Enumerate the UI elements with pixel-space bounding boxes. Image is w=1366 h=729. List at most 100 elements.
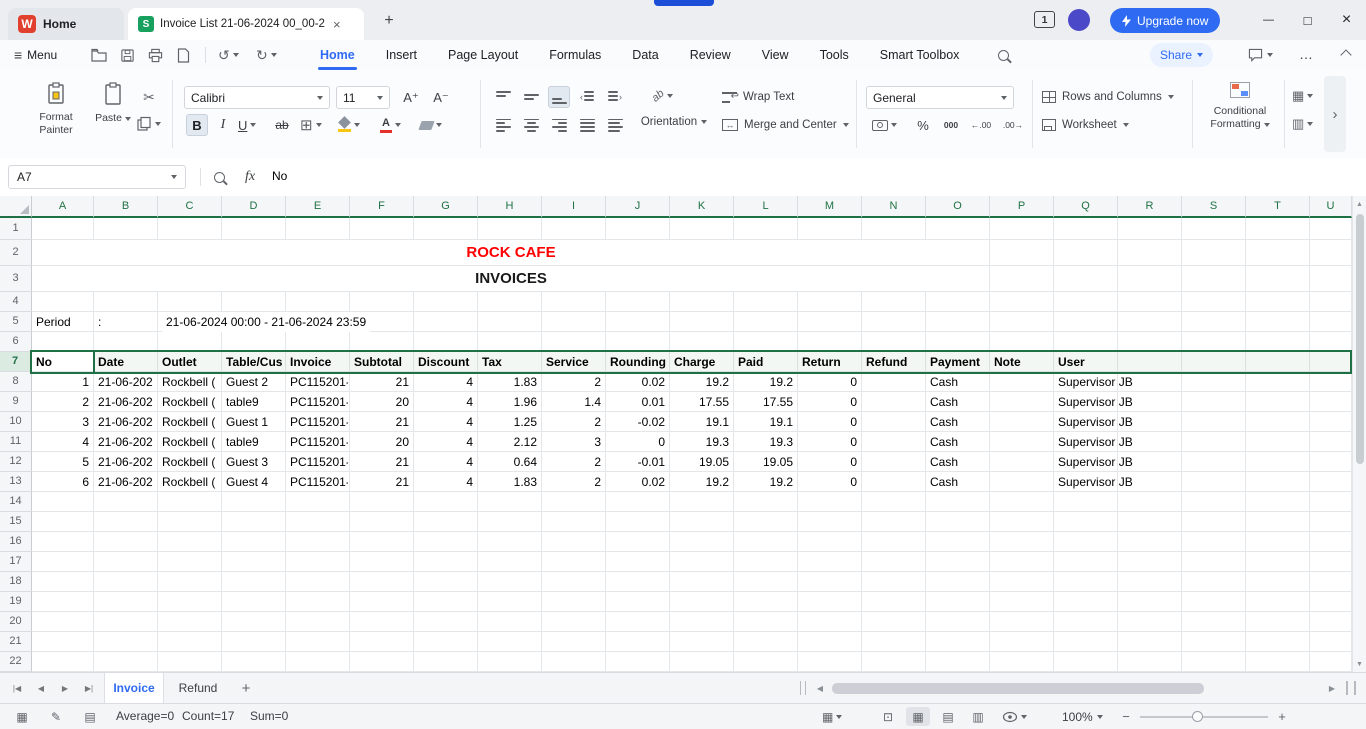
fill-color-button[interactable] (338, 114, 360, 136)
currency-format-button[interactable] (872, 114, 897, 136)
cell[interactable]: 0 (798, 372, 857, 392)
select-all-corner[interactable] (0, 196, 32, 218)
cell[interactable]: Supervisor JB (1058, 472, 1198, 492)
hscroll-left-icon[interactable]: ◀ (812, 681, 828, 695)
row-header-15[interactable]: 15 (0, 512, 32, 532)
reading-mode-button[interactable] (1002, 704, 1027, 729)
undo-button[interactable]: ↺ (218, 40, 239, 70)
number-format-select[interactable]: General (866, 86, 1014, 109)
cell[interactable]: Rockbell ( (162, 412, 220, 432)
font-size-select[interactable]: 11 (336, 86, 390, 109)
row-header-3[interactable]: 3 (0, 266, 32, 292)
cell[interactable]: 21-06-202 (98, 472, 156, 492)
cell[interactable]: 21 (350, 472, 409, 492)
underline-dropdown-icon[interactable] (250, 123, 257, 127)
document-tab[interactable]: S Invoice List 21-06-2024 00_00-2 × (128, 8, 364, 40)
cell[interactable]: 19.1 (670, 412, 729, 432)
cell[interactable]: 21-06-202 (98, 372, 156, 392)
search-in-sheet-button[interactable] (210, 169, 228, 185)
cell[interactable]: PC115201- (290, 472, 348, 492)
orientation-icon-dropdown[interactable] (667, 94, 674, 98)
scroll-down-icon[interactable]: ▼ (1353, 658, 1366, 670)
cell[interactable]: Supervisor JB (1058, 372, 1198, 392)
cell[interactable]: 0 (798, 452, 857, 472)
cell[interactable]: PC115201- (290, 372, 348, 392)
pane-split-handle[interactable] (1346, 681, 1356, 695)
row-header-16[interactable]: 16 (0, 532, 32, 552)
cell[interactable]: Cash (930, 452, 988, 472)
cell[interactable]: 4 (414, 452, 473, 472)
orientation-button[interactable]: Orientation (630, 116, 718, 128)
cell[interactable]: Cash (930, 372, 988, 392)
cell[interactable]: 21-06-202 (98, 412, 156, 432)
justify-button[interactable] (576, 114, 598, 136)
cell[interactable]: 5 (32, 452, 89, 472)
redo-dropdown-icon[interactable] (270, 53, 277, 57)
paste-button[interactable]: Paste (90, 82, 136, 148)
table-header-cell[interactable]: Tax (482, 352, 542, 372)
cell[interactable]: 21 (350, 412, 409, 432)
tab-home[interactable]: Home (318, 40, 357, 70)
print-button[interactable] (146, 47, 164, 63)
page-layout-view-button[interactable]: ▤ (936, 704, 960, 729)
column-header-A[interactable]: A (32, 196, 94, 218)
cut-button[interactable]: ✂ (138, 86, 160, 108)
column-header-P[interactable]: P (990, 196, 1054, 218)
cell[interactable]: 21-06-202 (98, 452, 156, 472)
cell[interactable]: 19.2 (670, 472, 729, 492)
increase-font-button[interactable]: A⁺ (398, 86, 424, 109)
undo-dropdown-icon[interactable] (232, 53, 239, 57)
tab-page-layout[interactable]: Page Layout (446, 40, 520, 70)
ribbon-more-button[interactable]: › (1324, 76, 1346, 152)
align-right-button[interactable] (548, 114, 570, 136)
vertical-scrollbar[interactable]: ▲ ▼ (1352, 196, 1366, 672)
cell-mode-icon[interactable]: ▦ (10, 704, 34, 729)
cell[interactable]: 1.25 (478, 412, 537, 432)
table-header-cell[interactable]: Table/Cus (226, 352, 286, 372)
align-top-button[interactable] (492, 86, 514, 108)
cell[interactable]: 19.2 (734, 372, 793, 392)
cell[interactable]: 21-06-202 (98, 432, 156, 452)
window-badge[interactable]: 1 (1034, 11, 1055, 28)
vertical-scroll-thumb[interactable] (1356, 214, 1364, 464)
home-tab[interactable]: W Home (8, 8, 124, 40)
more-options-button[interactable]: … (1294, 40, 1318, 68)
clear-format-button[interactable] (418, 114, 442, 136)
row-header-8[interactable]: 8 (0, 372, 32, 392)
cell[interactable]: -0.01 (606, 452, 665, 472)
cell[interactable]: 3 (542, 432, 601, 452)
table-header-cell[interactable]: Charge (674, 352, 734, 372)
cell[interactable]: 20 (350, 392, 409, 412)
cell[interactable]: Supervisor JB (1058, 432, 1198, 452)
cell[interactable]: 19.05 (734, 452, 793, 472)
cell[interactable]: 1.4 (542, 392, 601, 412)
conditional-formatting-button[interactable]: Conditional Formatting (1200, 82, 1280, 148)
cell[interactable]: Guest 4 (226, 472, 284, 492)
fit-view-button[interactable]: ⊡ (876, 704, 900, 729)
sheet-tab-invoice[interactable]: Invoice (104, 673, 164, 703)
name-box[interactable]: A7 (8, 165, 186, 189)
borders-button[interactable]: ⊞ (300, 114, 322, 136)
cell[interactable]: 19.05 (670, 452, 729, 472)
cell[interactable]: 4 (414, 372, 473, 392)
table-header-cell[interactable]: Subtotal (354, 352, 414, 372)
cell[interactable]: Rockbell ( (162, 372, 220, 392)
column-header-L[interactable]: L (734, 196, 798, 218)
cell[interactable]: 19.1 (734, 412, 793, 432)
column-header-R[interactable]: R (1118, 196, 1182, 218)
cell[interactable]: 19.2 (734, 472, 793, 492)
scroll-up-icon[interactable]: ▲ (1353, 198, 1366, 210)
tab-formulas[interactable]: Formulas (547, 40, 603, 70)
tab-data[interactable]: Data (630, 40, 660, 70)
table-header-cell[interactable]: Date (98, 352, 158, 372)
comment-button[interactable] (1248, 40, 1273, 70)
cell[interactable]: 4 (414, 432, 473, 452)
cell[interactable]: 1 (32, 372, 89, 392)
row-header-12[interactable]: 12 (0, 452, 32, 472)
new-tab-button[interactable]: + (378, 10, 400, 32)
table-header-cell[interactable]: Refund (866, 352, 926, 372)
paste-dropdown-icon[interactable] (124, 116, 131, 121)
align-left-button[interactable] (492, 114, 514, 136)
horizontal-scroll-thumb[interactable] (832, 683, 1204, 694)
decrease-decimal-button[interactable]: .00→ (998, 114, 1028, 136)
